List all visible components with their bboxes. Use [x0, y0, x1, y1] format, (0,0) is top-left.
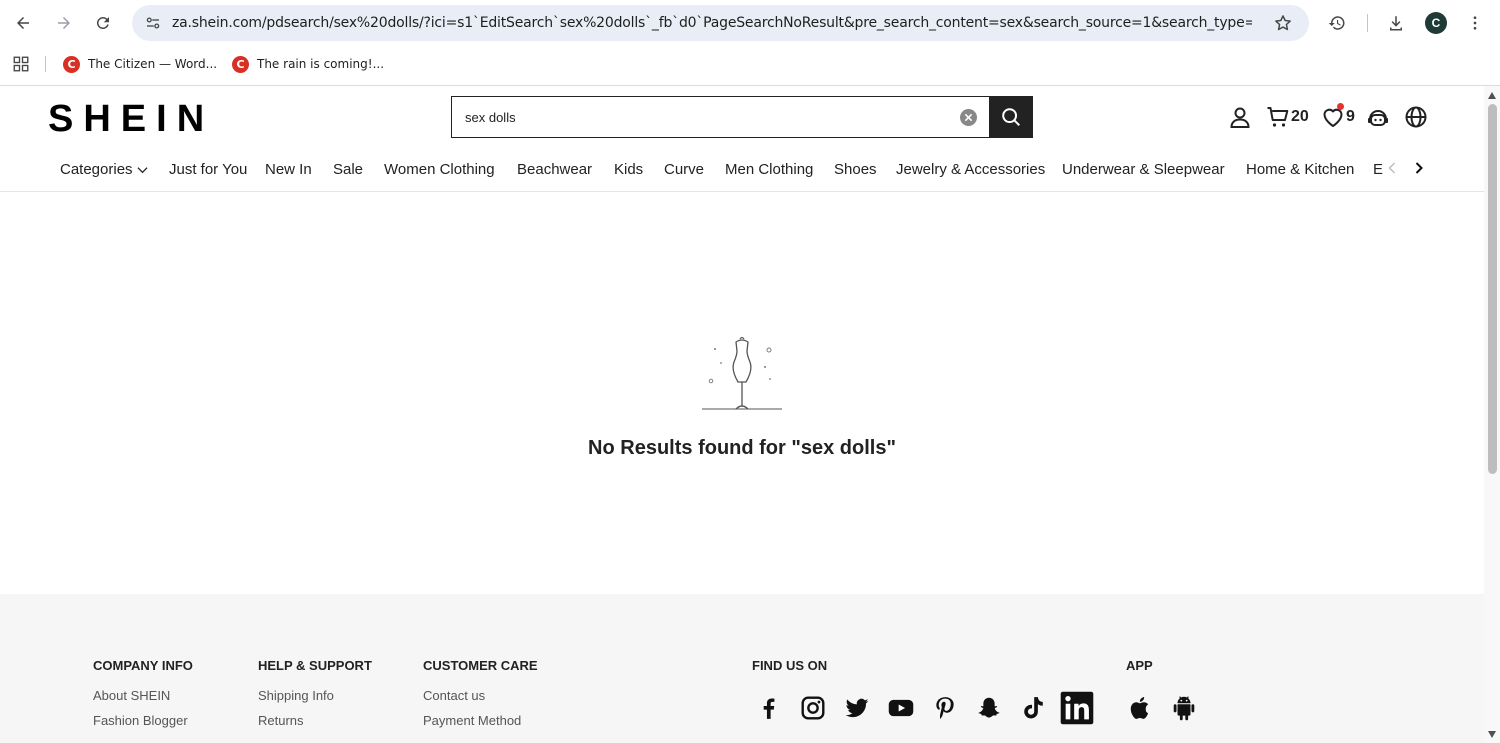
bookmark-star-icon[interactable]	[1273, 13, 1293, 33]
scroll-up-arrow-icon[interactable]	[1488, 92, 1496, 99]
nav-scroll-left-button[interactable]	[1388, 161, 1396, 179]
category-navbar: Categories Just for You New In Sale Wome…	[0, 150, 1484, 192]
cart-button[interactable]: 20	[1266, 105, 1309, 129]
browser-menu-button[interactable]	[1463, 11, 1487, 35]
twitter-icon[interactable]	[839, 690, 875, 726]
android-icon[interactable]	[1166, 690, 1202, 726]
footer-app-title: APP	[1126, 658, 1153, 673]
apps-grid-icon[interactable]	[12, 55, 30, 73]
shein-logo[interactable]: SHEIN	[48, 98, 214, 141]
footer-link-about[interactable]: About SHEIN	[93, 688, 170, 703]
wishlist-notification-dot	[1337, 103, 1344, 110]
instagram-icon[interactable]	[795, 690, 831, 726]
wishlist-button[interactable]: 9	[1321, 103, 1355, 129]
footer-link-shipping-info[interactable]: Shipping Info	[258, 688, 334, 703]
nav-categories[interactable]: Categories	[60, 161, 148, 178]
nav-new-in[interactable]: New In	[265, 161, 312, 178]
history-icon	[1328, 16, 1345, 30]
scroll-thumb[interactable]	[1488, 104, 1497, 474]
nav-sale[interactable]: Sale	[333, 161, 363, 178]
nav-men-clothing[interactable]: Men Clothing	[725, 161, 813, 178]
customer-service-icon	[1368, 110, 1388, 126]
chevron-left-icon	[1388, 162, 1395, 174]
nav-women-clothing[interactable]: Women Clothing	[384, 161, 495, 178]
user-icon	[1230, 107, 1250, 128]
mannequin-empty-state-icon	[702, 336, 782, 410]
toolbar-separator	[1367, 14, 1368, 32]
youtube-icon[interactable]	[883, 690, 919, 726]
page-viewport: SHEIN 20 9 Categories Just for You New I…	[0, 86, 1484, 743]
scroll-down-arrow-icon[interactable]	[1488, 731, 1496, 738]
nav-home-kitchen[interactable]: Home & Kitchen	[1246, 161, 1354, 178]
footer-customer-care-title: CUSTOMER CARE	[423, 658, 538, 673]
apple-icon[interactable]	[1123, 690, 1159, 726]
bookmarks-bar: C The Citizen — Word... C The rain is co…	[0, 50, 1500, 78]
wishlist-count-badge: 9	[1346, 108, 1355, 125]
nav-underwear-sleepwear[interactable]: Underwear & Sleepwear	[1062, 161, 1225, 178]
chevron-right-icon	[1415, 162, 1423, 174]
footer-help-support-title: HELP & SUPPORT	[258, 658, 372, 673]
nav-scroll-right-button[interactable]	[1415, 161, 1423, 179]
back-button[interactable]	[11, 11, 35, 35]
linkedin-icon[interactable]	[1059, 690, 1095, 726]
nav-label: Categories	[60, 161, 133, 178]
more-vertical-icon	[1473, 16, 1477, 30]
bookmark-the-citizen[interactable]: C The Citizen — Word...	[63, 52, 217, 76]
snapchat-icon[interactable]	[971, 690, 1007, 726]
no-results-message: No Results found for "sex dolls"	[588, 437, 896, 459]
cart-icon	[1267, 107, 1289, 127]
support-button[interactable]	[1366, 106, 1390, 130]
chevron-down-icon	[137, 167, 148, 174]
bookmark-the-rain[interactable]: C The rain is coming!...	[232, 52, 384, 76]
footer-find-us-title: FIND US ON	[752, 658, 828, 673]
footer-link-returns[interactable]: Returns	[258, 713, 304, 728]
address-bar[interactable]: za.shein.com/pdsearch/sex%20dolls/?ici=s…	[132, 5, 1309, 41]
footer-company-info-title: COMPANY INFO	[93, 658, 193, 673]
search-button[interactable]	[989, 96, 1033, 138]
history-button[interactable]	[1325, 11, 1349, 35]
footer-link-contact-us[interactable]: Contact us	[423, 688, 485, 703]
nav-kids[interactable]: Kids	[614, 161, 643, 178]
cart-count-badge: 20	[1291, 108, 1309, 125]
download-icon	[1390, 16, 1402, 31]
profile-avatar[interactable]: C	[1425, 12, 1447, 34]
site-footer: COMPANY INFO About SHEIN Fashion Blogger…	[0, 594, 1484, 743]
page-scrollbar[interactable]	[1484, 86, 1500, 743]
citizen-favicon-icon: C	[232, 55, 249, 73]
forward-arrow-icon	[58, 17, 70, 29]
facebook-icon[interactable]	[751, 690, 787, 726]
back-arrow-icon	[17, 17, 29, 29]
nav-just-for-you[interactable]: Just for You	[169, 161, 247, 178]
nav-beachwear[interactable]: Beachwear	[517, 161, 592, 178]
bookmark-label: The rain is coming!...	[257, 57, 385, 71]
bookmarks-separator	[45, 56, 46, 72]
reload-icon	[96, 16, 109, 29]
tiktok-icon[interactable]	[1015, 690, 1051, 726]
reload-button[interactable]	[91, 11, 115, 35]
footer-link-payment-method[interactable]: Payment Method	[423, 713, 521, 728]
url-text: za.shein.com/pdsearch/sex%20dolls/?ici=s…	[172, 15, 1252, 31]
browser-toolbar: za.shein.com/pdsearch/sex%20dolls/?ici=s…	[0, 0, 1500, 46]
account-button[interactable]	[1228, 105, 1252, 129]
region-language-button[interactable]	[1404, 105, 1428, 129]
search-input[interactable]	[452, 97, 990, 137]
citizen-favicon-icon: C	[63, 55, 80, 73]
downloads-button[interactable]	[1384, 11, 1408, 35]
nav-curve[interactable]: Curve	[664, 161, 704, 178]
globe-icon	[1405, 106, 1427, 128]
pinterest-icon[interactable]	[927, 690, 963, 726]
site-settings-icon[interactable]	[144, 14, 162, 32]
forward-button[interactable]	[52, 11, 76, 35]
nav-jewelry-accessories[interactable]: Jewelry & Accessories	[896, 161, 1045, 178]
footer-link-fashion-blogger[interactable]: Fashion Blogger	[93, 713, 188, 728]
search-icon	[1002, 108, 1020, 126]
clear-search-icon[interactable]	[960, 109, 977, 126]
search-bar	[451, 96, 1033, 138]
nav-shoes[interactable]: Shoes	[834, 161, 877, 178]
bookmark-label: The Citizen — Word...	[88, 57, 218, 71]
